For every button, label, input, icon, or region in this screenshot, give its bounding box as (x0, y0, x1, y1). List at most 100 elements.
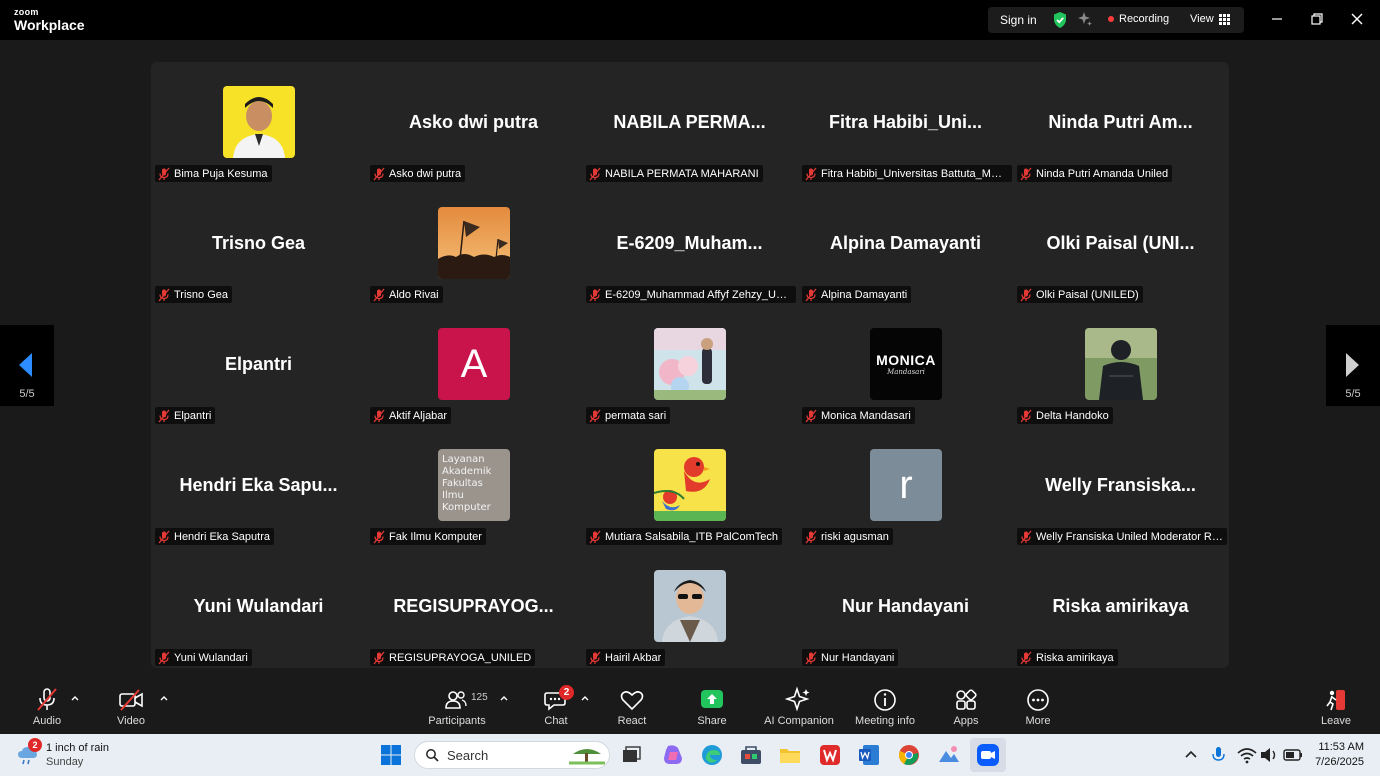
windows-start-icon[interactable] (378, 742, 404, 768)
participant-tile[interactable]: Asko dwi putra Asko dwi putra (366, 62, 581, 183)
participant-name: Welly Fransiska Uniled Moderator Ro... (1036, 530, 1223, 543)
leave-button[interactable]: Leave (1316, 680, 1356, 734)
participant-tile[interactable]: Fitra Habibi_Uni... Fitra Habibi_Univers… (798, 62, 1013, 183)
minimize-icon[interactable] (1268, 10, 1286, 28)
video-button[interactable]: Video (106, 680, 156, 734)
participant-tile[interactable]: Ninda Putri Am... Ninda Putri Amanda Uni… (1013, 62, 1228, 183)
participant-name: permata sari (605, 409, 667, 422)
photos-icon[interactable] (936, 742, 962, 768)
wps-office-icon[interactable] (817, 742, 843, 768)
show-hidden-icons-chevron-icon[interactable] (1178, 742, 1204, 768)
participant-tile[interactable]: Hairil Akbar (582, 546, 797, 667)
participant-name: Yuni Wulandari (174, 651, 248, 664)
apps-button[interactable]: Apps (946, 680, 986, 734)
participant-name-tag: Ninda Putri Amanda Uniled (1017, 165, 1173, 182)
close-icon[interactable] (1348, 10, 1366, 28)
zoom-taskbar-button[interactable] (970, 738, 1006, 772)
recording-dot-icon (1108, 16, 1114, 22)
participant-tile[interactable]: Trisno Gea Trisno Gea (151, 183, 366, 304)
gallery-grid-icon (1218, 13, 1230, 25)
ai-companion-sparkle-icon (785, 686, 810, 712)
participant-display-name: Elpantri (224, 354, 292, 374)
store-icon[interactable] (738, 742, 764, 768)
participant-tile[interactable]: Olki Paisal (UNI... Olki Paisal (UNILED) (1013, 183, 1228, 304)
recording-indicator[interactable]: Recording (1108, 13, 1169, 25)
next-page-button[interactable]: 5/5 (1326, 325, 1380, 406)
participant-tile[interactable]: Aldo Rivai (366, 183, 581, 304)
copilot-icon[interactable] (660, 742, 686, 768)
taskbar-search-box[interactable]: Search (414, 741, 610, 769)
participant-tile[interactable]: Elpantri Elpantri (151, 304, 366, 425)
participant-tile[interactable]: Yuni Wulandari Yuni Wulandari (151, 546, 366, 667)
muted-mic-icon (158, 651, 170, 664)
participant-name: Mutiara Salsabila_ITB PalComTech (605, 530, 779, 543)
faculty-banner-text: Layanan Akademik Fakultas Ilmu Komputer (442, 454, 492, 513)
leave-label: Leave (1321, 715, 1351, 727)
participant-tile[interactable]: Alpina Damayanti Alpina Damayanti (798, 183, 1013, 304)
system-clock[interactable]: 11:53 AM 7/26/2025 (1315, 740, 1364, 770)
meeting-info-button[interactable]: Meeting info (854, 680, 916, 734)
participant-tile[interactable]: r riski agusman (798, 425, 1013, 546)
video-options-chevron-icon[interactable] (159, 694, 169, 702)
monica-logo-title: MONICA (876, 352, 936, 368)
edge-browser-icon[interactable] (699, 742, 725, 768)
participants-button[interactable]: Participants (426, 680, 488, 734)
participant-tile[interactable]: NABILA PERMA... NABILA PERMATA MAHARANI (582, 62, 797, 183)
chat-options-chevron-icon[interactable] (580, 694, 590, 702)
heart-icon (620, 691, 644, 711)
participant-tile[interactable]: Mutiara Salsabila_ITB PalComTech (582, 425, 797, 546)
word-icon[interactable] (856, 742, 882, 768)
participant-name-tag: Aldo Rivai (370, 286, 443, 303)
participant-name: Alpina Damayanti (821, 288, 908, 301)
participant-name: Hendri Eka Saputra (174, 530, 270, 543)
previous-page-button[interactable]: 5/5 (0, 325, 54, 406)
battery-icon[interactable] (1280, 742, 1306, 768)
participant-tile[interactable]: MONICA Mandasari Monica Mandasari (798, 304, 1013, 425)
volume-icon[interactable] (1256, 742, 1282, 768)
participants-options-chevron-icon[interactable] (499, 694, 509, 702)
ai-sparkle-icon[interactable] (1077, 11, 1093, 27)
audio-options-chevron-icon[interactable] (70, 694, 80, 702)
chat-unread-badge: 2 (559, 685, 574, 700)
participant-tile[interactable]: Hendri Eka Sapu... Hendri Eka Saputra (151, 425, 366, 546)
participant-tile[interactable]: Delta Handoko (1013, 304, 1228, 425)
view-button[interactable]: View (1190, 13, 1230, 25)
share-screen-icon (701, 690, 723, 708)
participant-tile[interactable]: Riska amirikaya Riska amirikaya (1013, 546, 1228, 667)
encryption-shield-icon[interactable] (1052, 11, 1068, 29)
view-label: View (1190, 13, 1214, 25)
react-button[interactable]: React (612, 680, 652, 734)
participant-tile[interactable]: Bima Puja Kesuma (151, 62, 366, 183)
share-button[interactable]: Share (692, 680, 732, 734)
participant-tile[interactable]: Welly Fransiska... Welly Fransiska Unile… (1013, 425, 1228, 546)
participant-display-name: Welly Fransiska... (1045, 475, 1196, 495)
more-button[interactable]: More (1018, 680, 1058, 734)
participant-tile[interactable]: E-6209_Muham... E-6209_Muhammad Affyf Ze… (582, 183, 797, 304)
participant-tile[interactable]: Nur Handayani Nur Handayani (798, 546, 1013, 667)
participant-name-tag: Hendri Eka Saputra (155, 528, 274, 545)
participant-name: E-6209_Muhammad Affyf Zehzy_Unil... (605, 288, 792, 301)
participant-tile[interactable]: permata sari (582, 304, 797, 425)
video-label: Video (117, 715, 145, 727)
ai-companion-button[interactable]: AI Companion (764, 680, 834, 734)
chrome-icon[interactable] (896, 742, 922, 768)
arrow-right-icon (1346, 353, 1359, 377)
audio-button[interactable]: Audio (22, 680, 72, 734)
muted-mic-icon (1020, 167, 1032, 180)
muted-mic-icon (158, 530, 170, 543)
participant-name: Elpantri (174, 409, 212, 422)
participant-tile[interactable]: REGISUPRAYOG... REGISUPRAYOGA_UNILED (366, 546, 581, 667)
participant-tile[interactable]: Layanan Akademik Fakultas Ilmu Komputer … (366, 425, 581, 546)
muted-mic-icon (805, 530, 817, 543)
participant-name-tag: Asko dwi putra (370, 165, 466, 182)
participant-photo (654, 449, 726, 521)
participant-photo (654, 328, 726, 400)
microphone-tray-icon[interactable] (1206, 742, 1232, 768)
task-view-icon[interactable] (618, 742, 644, 768)
file-explorer-icon[interactable] (777, 742, 803, 768)
restore-icon[interactable] (1308, 10, 1326, 28)
participant-tile[interactable]: A Aktif Aljabar (366, 304, 581, 425)
sign-in-button[interactable]: Sign in (1000, 13, 1037, 27)
participant-name: Asko dwi putra (389, 167, 462, 180)
participant-display-name: Olki Paisal (UNI... (1046, 233, 1195, 253)
